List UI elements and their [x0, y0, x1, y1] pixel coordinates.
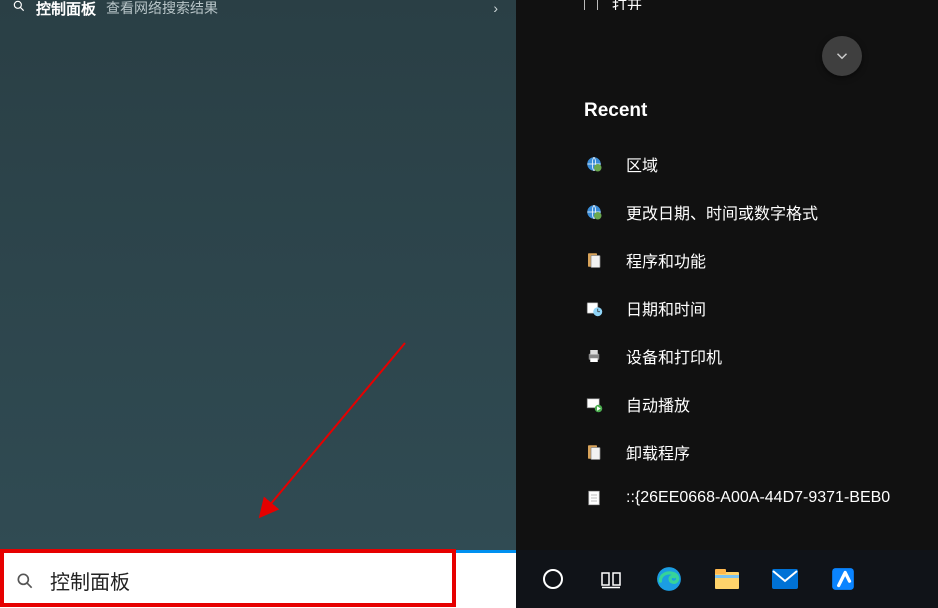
globe-settings-icon [584, 154, 604, 174]
recent-item-date-format[interactable]: 更改日期、时间或数字格式 [516, 188, 938, 236]
file-icon [584, 488, 604, 508]
recent-item-label: 卸载程序 [626, 440, 690, 464]
recent-item-programs[interactable]: 程序和功能 [516, 236, 938, 284]
recent-item-guid[interactable]: ::{26EE0668-A00A-44D7-9371-BEB0 [516, 476, 938, 520]
expand-button[interactable] [822, 36, 862, 76]
recent-item-label: 更改日期、时间或数字格式 [626, 200, 818, 224]
programs-icon [584, 442, 604, 462]
top-search-result[interactable]: 控制面板 查看网络搜索结果 › [0, 0, 516, 16]
recent-item-printer[interactable]: 设备和打印机 [516, 332, 938, 380]
recent-item-label: 区域 [626, 152, 658, 176]
top-result-subtitle: 查看网络搜索结果 [106, 0, 218, 16]
recent-item-label: 日期和时间 [626, 296, 706, 320]
mail-icon[interactable] [770, 564, 800, 594]
recent-item-label: 自动播放 [626, 392, 690, 416]
recent-item-uninstall[interactable]: 卸载程序 [516, 428, 938, 476]
datetime-icon [584, 298, 604, 318]
app-icon[interactable] [828, 564, 858, 594]
edge-icon[interactable] [654, 564, 684, 594]
search-results-panel: 控制面板 查看网络搜索结果 › [0, 0, 516, 550]
open-action[interactable]: 打开 [516, 0, 938, 10]
recent-item-region[interactable]: 区域 [516, 140, 938, 188]
globe-settings-icon [584, 202, 604, 222]
top-result-title: 控制面板 [36, 0, 96, 16]
recent-list: 区域 更改日期、时间或数字格式 程序和功能 日期和时间 设备和打印机 [516, 140, 938, 520]
recent-item-label: ::{26EE0668-A00A-44D7-9371-BEB0 [626, 489, 890, 507]
explorer-icon[interactable] [712, 564, 742, 594]
programs-icon [584, 250, 604, 270]
recent-header: Recent [516, 10, 938, 140]
chevron-right-icon: › [493, 0, 504, 16]
cortana-icon[interactable] [538, 564, 568, 594]
open-label: 打开 [612, 0, 642, 10]
recent-item-label: 设备和打印机 [626, 344, 722, 368]
taskview-icon[interactable] [596, 564, 626, 594]
taskbar [0, 550, 938, 608]
recent-item-datetime[interactable]: 日期和时间 [516, 284, 938, 332]
search-input[interactable] [50, 553, 516, 608]
open-icon [584, 0, 598, 10]
taskbar-search[interactable] [0, 550, 516, 608]
recent-item-autoplay[interactable]: 自动播放 [516, 380, 938, 428]
result-detail-panel: 打开 Recent 区域 更改日期、时间或数字格式 程序和功能 [516, 0, 938, 550]
recent-item-label: 程序和功能 [626, 248, 706, 272]
printer-icon [584, 346, 604, 366]
taskbar-pinned-apps [516, 550, 938, 608]
autoplay-icon [584, 394, 604, 414]
search-icon [0, 571, 50, 591]
search-icon [12, 0, 26, 16]
chevron-down-icon [833, 47, 851, 65]
